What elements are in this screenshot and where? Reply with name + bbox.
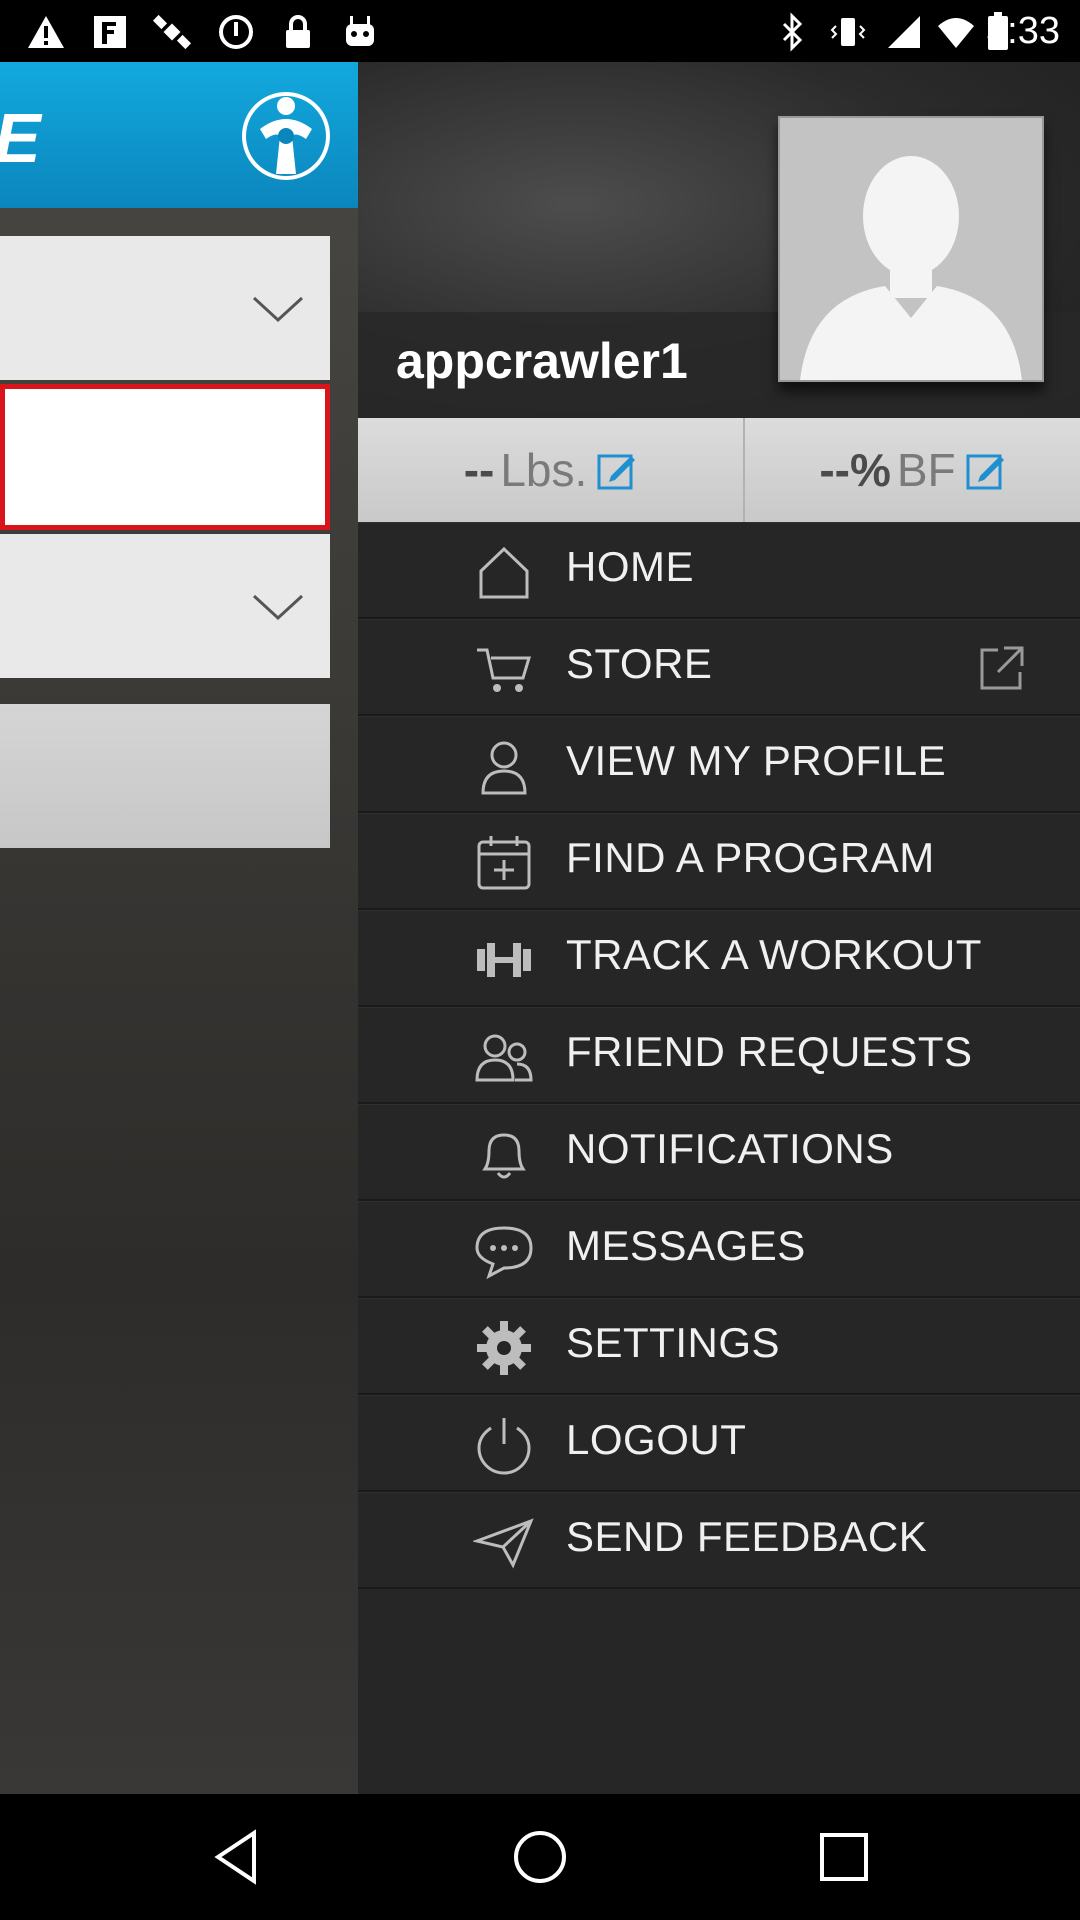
username[interactable]: appcrawler1 xyxy=(396,332,688,390)
bodybuilding-logo-icon[interactable] xyxy=(240,84,332,184)
bodyfat-value: --% xyxy=(819,444,891,496)
menu-item-notifications[interactable]: NOTIFICATIONS xyxy=(358,1104,1080,1201)
paper-plane-icon xyxy=(473,1518,534,1569)
collapsed-card[interactable] xyxy=(0,534,330,678)
bluetooth-icon xyxy=(782,12,803,52)
avatar[interactable] xyxy=(778,116,1044,382)
background-screen: E xyxy=(0,62,358,1794)
menu-label: STORE xyxy=(566,640,713,687)
lock-icon xyxy=(286,15,310,48)
clock: 3:33 xyxy=(986,10,1060,52)
cart-icon xyxy=(477,648,532,692)
status-bar: 3:33 xyxy=(0,0,1080,62)
edit-icon[interactable] xyxy=(597,450,637,490)
android-icon xyxy=(346,16,374,46)
menu-item-logout[interactable]: LOGOUT xyxy=(358,1395,1080,1492)
menu-item-settings[interactable]: SETTINGS xyxy=(358,1298,1080,1395)
weight-value: -- xyxy=(463,444,495,496)
menu-label: NOTIFICATIONS xyxy=(566,1125,894,1172)
menu-label: SETTINGS xyxy=(566,1319,781,1366)
selected-card[interactable] xyxy=(0,384,330,530)
menu-item-friend-requests[interactable]: FRIEND REQUESTS xyxy=(358,1007,1080,1104)
bodyfat-stat[interactable]: --% BF xyxy=(745,418,1080,522)
menu-item-find-a-program[interactable]: FIND A PROGRAM xyxy=(358,813,1080,910)
drawer-menu: HOME STORE VIEW MY PROFILE FIND A PROGRA… xyxy=(358,522,1080,1589)
bell-icon xyxy=(482,1133,526,1179)
chat-bubble-icon xyxy=(475,1226,533,1280)
alarm-icon xyxy=(219,15,253,49)
weight-unit: Lbs. xyxy=(500,444,588,496)
menu-item-send-feedback[interactable]: SEND FEEDBACK xyxy=(358,1492,1080,1589)
chevron-down-icon xyxy=(252,296,304,323)
calendar-plus-icon xyxy=(477,836,531,890)
menu-item-track-a-workout[interactable]: TRACK A WORKOUT xyxy=(358,910,1080,1007)
menu-label: LOGOUT xyxy=(566,1416,747,1463)
home-nav-icon[interactable] xyxy=(510,1827,570,1887)
default-avatar-icon xyxy=(780,118,1042,380)
edit-icon[interactable] xyxy=(966,450,1006,490)
vibrate-icon xyxy=(830,18,866,46)
home-icon xyxy=(479,546,529,599)
menu-label: FIND A PROGRAM xyxy=(566,834,935,881)
power-icon xyxy=(477,1418,531,1475)
bodyfat-unit: BF xyxy=(896,444,956,496)
system-nav-bar xyxy=(0,1794,1080,1920)
satellite-icon xyxy=(152,14,192,50)
navigation-drawer: appcrawler1 -- Lbs. --% BF HOME STORE VI… xyxy=(358,62,1080,1794)
menu-label: HOME xyxy=(566,543,694,590)
signal-icon xyxy=(888,16,920,48)
stats-bar: -- Lbs. --% BF xyxy=(358,418,1080,522)
menu-label: FRIEND REQUESTS xyxy=(566,1028,973,1075)
external-link-icon xyxy=(980,646,1024,690)
menu-item-home[interactable]: HOME xyxy=(358,522,1080,619)
menu-label: SEND FEEDBACK xyxy=(566,1513,928,1560)
menu-item-store[interactable]: STORE xyxy=(358,619,1080,716)
chevron-down-icon xyxy=(252,594,304,621)
app-header: E xyxy=(0,62,358,208)
brand-fragment: E xyxy=(0,98,41,178)
image-card[interactable] xyxy=(0,704,330,848)
fake-gps-icon xyxy=(94,16,126,48)
friends-icon xyxy=(475,1034,533,1082)
menu-label: TRACK A WORKOUT xyxy=(566,931,982,978)
person-icon xyxy=(481,741,527,795)
gear-icon xyxy=(477,1321,531,1375)
dumbbell-icon xyxy=(477,943,531,977)
menu-label: VIEW MY PROFILE xyxy=(566,737,947,784)
weight-stat[interactable]: -- Lbs. xyxy=(358,418,743,522)
collapsed-card[interactable] xyxy=(0,236,330,380)
profile-header: appcrawler1 xyxy=(358,62,1080,418)
back-icon[interactable] xyxy=(208,1827,268,1887)
menu-label: MESSAGES xyxy=(566,1222,806,1269)
recents-icon[interactable] xyxy=(814,1827,874,1887)
wifi-icon xyxy=(938,18,974,48)
menu-item-view-my-profile[interactable]: VIEW MY PROFILE xyxy=(358,716,1080,813)
menu-item-messages[interactable]: MESSAGES xyxy=(358,1201,1080,1298)
warning-icon xyxy=(28,16,64,48)
